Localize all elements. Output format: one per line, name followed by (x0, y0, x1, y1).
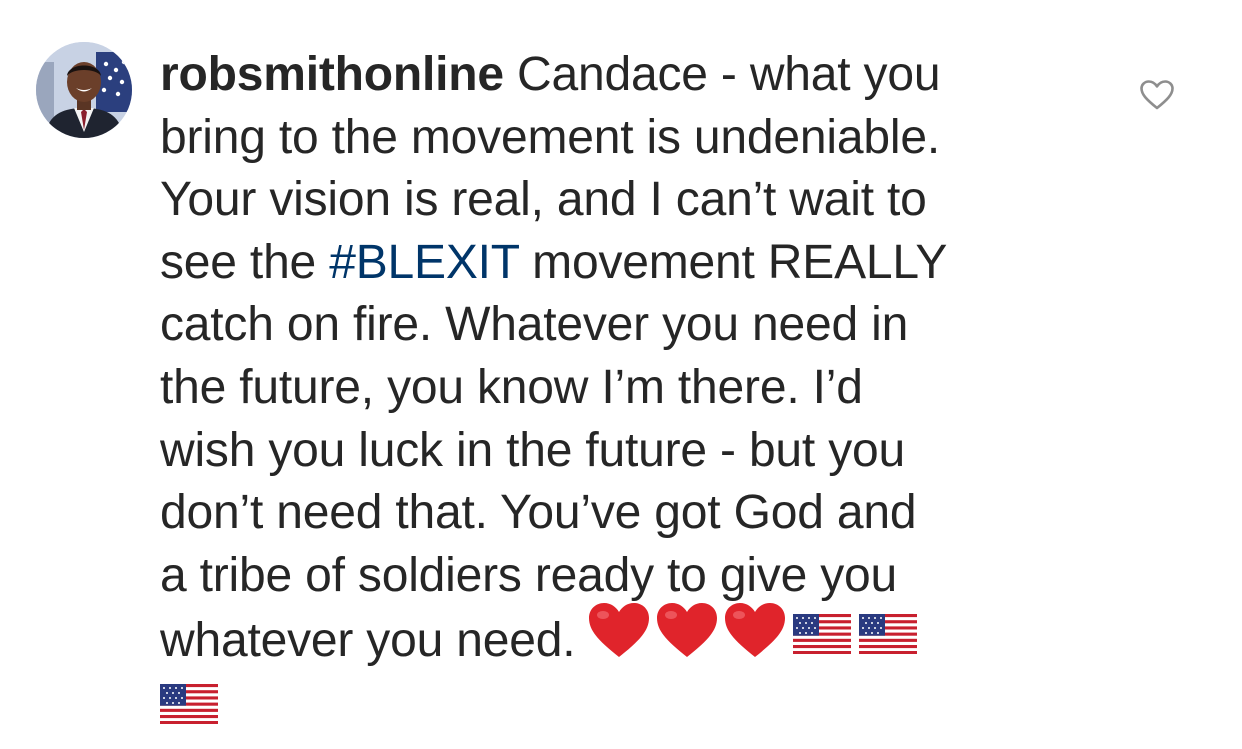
profile-photo (36, 42, 132, 138)
red-heart-icon (725, 603, 786, 676)
comment-line: Your vision is real, and I can’t wait to (160, 173, 927, 227)
comment-line: don’t need that. You’ve got God and (160, 486, 917, 540)
username-link[interactable]: robsmithonline (160, 48, 504, 101)
comment-line: robsmithonline Candace - what you (160, 48, 941, 101)
comment-line: the future, you know I’m there. I’d (160, 360, 863, 414)
us-flag-icon (793, 608, 852, 671)
comment-line: catch on fire. Whatever you need in (160, 298, 909, 352)
comment-line: whatever you need. (160, 603, 1090, 680)
red-heart-icon (589, 603, 650, 676)
comment-line: see the #BLEXIT movement REALLY (160, 235, 948, 289)
comment-line: a tribe of soldiers ready to give you (160, 548, 897, 602)
comment: robsmithonline Candace - what you bring … (0, 0, 1242, 749)
comment-line: bring to the movement is undeniable. (160, 110, 940, 164)
red-heart-icon (657, 603, 718, 676)
us-flag-icon (859, 608, 918, 671)
us-flag-icon (160, 678, 218, 741)
heart-outline-icon (1140, 80, 1174, 110)
comment-text: robsmithonline Candace - what you bring … (160, 44, 1090, 745)
comment-line: wish you luck in the future - but you (160, 423, 905, 477)
hashtag-link[interactable]: #BLEXIT (329, 236, 519, 289)
like-button[interactable] (1140, 80, 1174, 110)
avatar[interactable] (36, 42, 132, 138)
comment-line (160, 680, 1090, 745)
